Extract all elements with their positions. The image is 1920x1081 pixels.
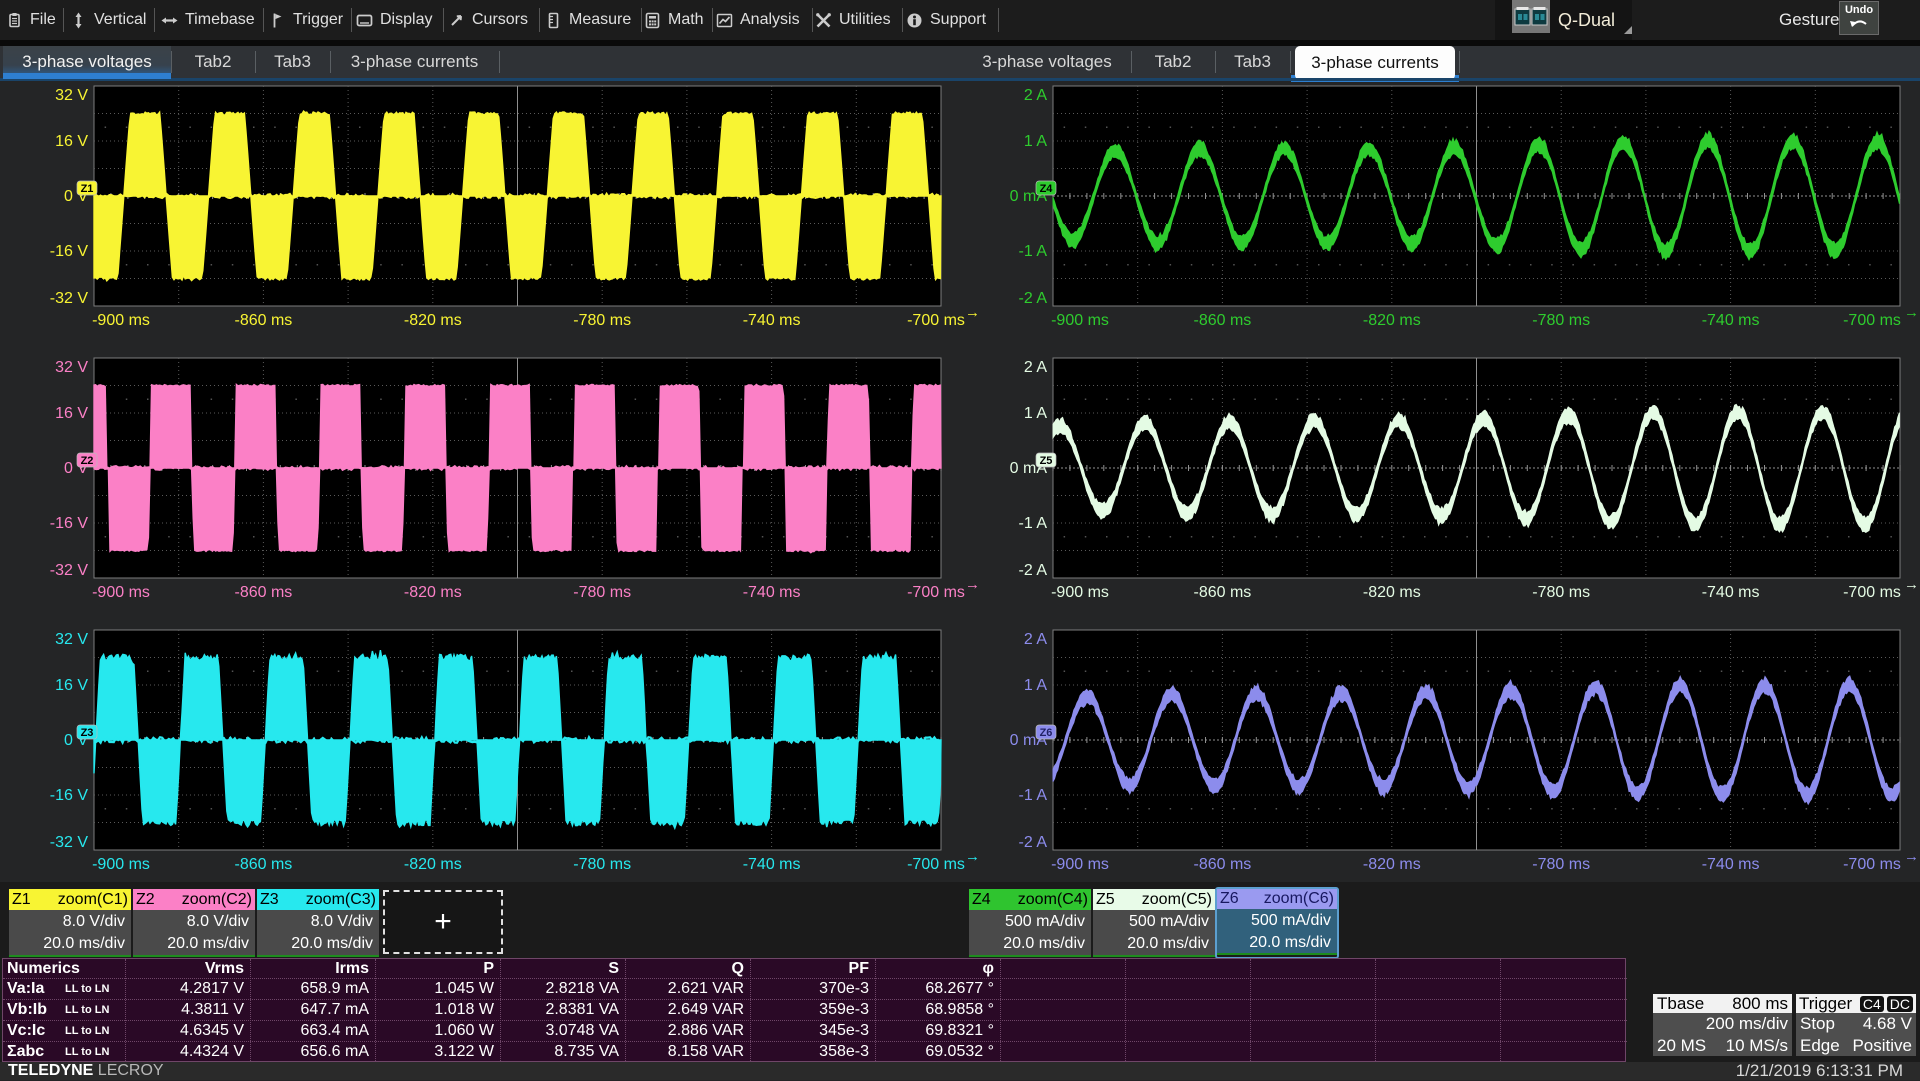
svg-text:-820 ms: -820 ms: [1363, 312, 1421, 329]
svg-text:-700 ms: -700 ms: [1843, 856, 1901, 873]
svg-text:→: →: [1904, 848, 1919, 865]
svg-text:-1 A: -1 A: [1019, 515, 1048, 532]
svg-text:-740 ms: -740 ms: [1702, 312, 1760, 329]
svg-text:1 A: 1 A: [1024, 133, 1047, 150]
svg-text:-740 ms: -740 ms: [1702, 584, 1760, 601]
svg-text:-860 ms: -860 ms: [1194, 312, 1252, 329]
svg-text:→: →: [965, 304, 980, 321]
svg-text:-900 ms: -900 ms: [1051, 584, 1109, 601]
svg-text:-780 ms: -780 ms: [1532, 856, 1590, 873]
svg-text:→: →: [1904, 576, 1919, 593]
svg-text:-740 ms: -740 ms: [743, 312, 801, 329]
svg-text:-740 ms: -740 ms: [743, 584, 801, 601]
svg-text:-1 A: -1 A: [1019, 787, 1048, 804]
svg-text:-900 ms: -900 ms: [1051, 312, 1109, 329]
svg-text:-860 ms: -860 ms: [235, 584, 293, 601]
svg-text:-860 ms: -860 ms: [235, 856, 293, 873]
svg-text:-16 V: -16 V: [50, 515, 89, 532]
svg-text:16 V: 16 V: [55, 405, 88, 422]
svg-text:2 A: 2 A: [1024, 87, 1047, 104]
svg-text:-2 A: -2 A: [1019, 834, 1048, 851]
svg-text:2 A: 2 A: [1024, 359, 1047, 376]
svg-text:2 A: 2 A: [1024, 631, 1047, 648]
svg-text:-820 ms: -820 ms: [404, 856, 462, 873]
svg-text:-700 ms: -700 ms: [907, 856, 965, 873]
svg-text:-700 ms: -700 ms: [907, 312, 965, 329]
svg-text:-700 ms: -700 ms: [907, 584, 965, 601]
svg-text:-2 A: -2 A: [1019, 290, 1048, 307]
svg-text:-1 A: -1 A: [1019, 243, 1048, 260]
svg-text:Z4: Z4: [1040, 183, 1054, 195]
svg-text:-820 ms: -820 ms: [1363, 856, 1421, 873]
svg-text:Z3: Z3: [81, 727, 94, 739]
svg-text:-860 ms: -860 ms: [1194, 584, 1252, 601]
svg-text:-16 V: -16 V: [50, 243, 89, 260]
svg-text:-32 V: -32 V: [50, 562, 89, 579]
svg-text:Z2: Z2: [81, 455, 94, 467]
svg-text:-860 ms: -860 ms: [235, 312, 293, 329]
svg-text:16 V: 16 V: [55, 677, 88, 694]
svg-text:-2 A: -2 A: [1019, 562, 1048, 579]
svg-text:-900 ms: -900 ms: [1051, 856, 1109, 873]
svg-text:-900 ms: -900 ms: [92, 312, 150, 329]
svg-text:-740 ms: -740 ms: [1702, 856, 1760, 873]
svg-text:-700 ms: -700 ms: [1843, 584, 1901, 601]
svg-text:-860 ms: -860 ms: [1194, 856, 1252, 873]
svg-text:32 V: 32 V: [55, 631, 88, 648]
svg-text:→: →: [965, 848, 980, 865]
svg-text:-780 ms: -780 ms: [573, 312, 631, 329]
svg-text:-780 ms: -780 ms: [573, 584, 631, 601]
svg-text:16 V: 16 V: [55, 133, 88, 150]
svg-text:→: →: [965, 576, 980, 593]
svg-text:32 V: 32 V: [55, 359, 88, 376]
svg-text:-32 V: -32 V: [50, 834, 89, 851]
svg-text:-820 ms: -820 ms: [404, 312, 462, 329]
svg-text:→: →: [1904, 304, 1919, 321]
svg-text:Z1: Z1: [81, 183, 94, 195]
svg-text:-820 ms: -820 ms: [1363, 584, 1421, 601]
svg-text:-780 ms: -780 ms: [573, 856, 631, 873]
svg-text:Z5: Z5: [1040, 455, 1053, 467]
svg-text:-16 V: -16 V: [50, 787, 89, 804]
svg-text:-780 ms: -780 ms: [1532, 312, 1590, 329]
svg-text:1 A: 1 A: [1024, 405, 1047, 422]
svg-text:1 A: 1 A: [1024, 677, 1047, 694]
svg-text:-820 ms: -820 ms: [404, 584, 462, 601]
svg-text:-900 ms: -900 ms: [92, 584, 150, 601]
svg-text:32 V: 32 V: [55, 87, 88, 104]
svg-text:-780 ms: -780 ms: [1532, 584, 1590, 601]
svg-text:Z6: Z6: [1040, 727, 1053, 739]
svg-text:-900 ms: -900 ms: [92, 856, 150, 873]
svg-text:-32 V: -32 V: [50, 290, 89, 307]
svg-text:-700 ms: -700 ms: [1843, 312, 1901, 329]
svg-text:-740 ms: -740 ms: [743, 856, 801, 873]
